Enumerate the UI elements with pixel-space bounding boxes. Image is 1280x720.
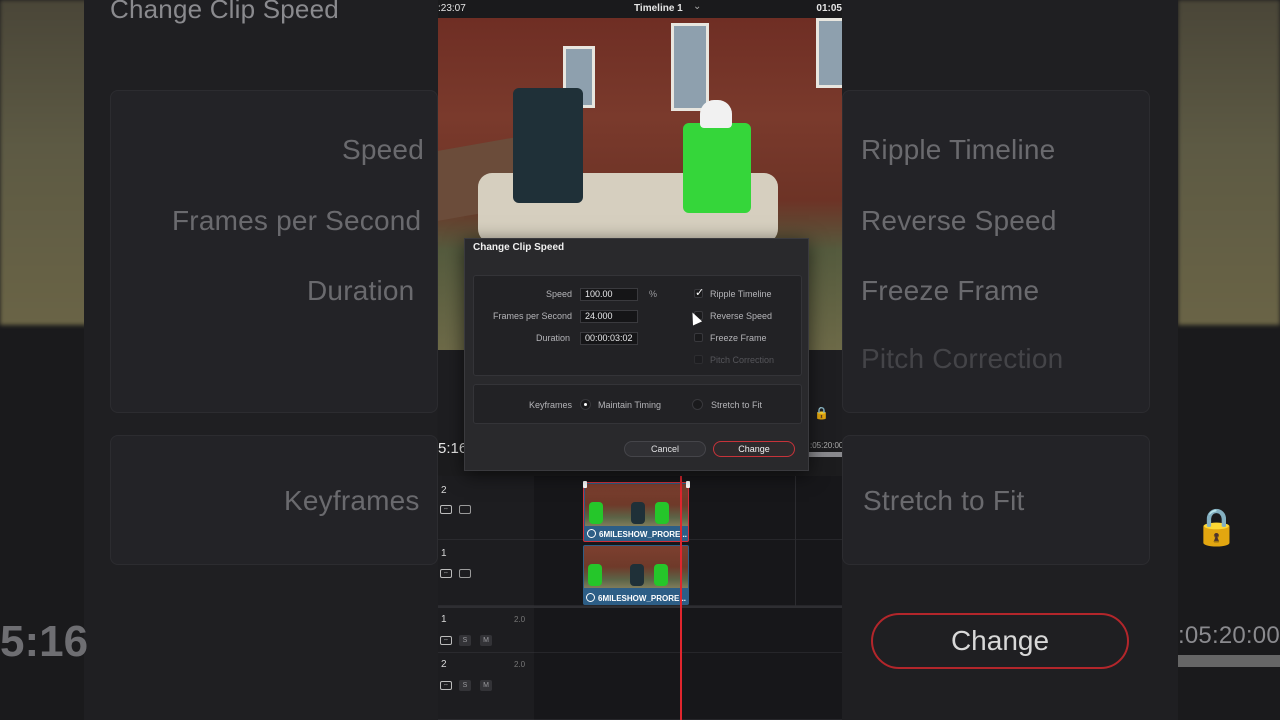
clip-label: 6MILESHOW_PRORE... [587, 529, 687, 539]
keyframes-label: Keyframes [529, 400, 573, 410]
video-window [816, 18, 842, 88]
fps-label: Frames per Second [493, 311, 573, 321]
lock-icon[interactable]: 🔒 [814, 406, 829, 420]
timeline-clip[interactable]: 6MILESHOW_PRORE... [583, 545, 689, 605]
clip-label: 6MILESHOW_PRORE... [586, 593, 686, 603]
solo-button[interactable]: S [459, 635, 471, 646]
speed-input[interactable]: 100.00 [580, 288, 638, 301]
film-icon[interactable] [459, 505, 471, 514]
mute-button[interactable]: M [480, 635, 492, 646]
stretch-to-fit-label[interactable]: Stretch to Fit [711, 400, 762, 410]
fps-input[interactable]: 24.000 [580, 310, 638, 323]
solo-button[interactable]: S [459, 680, 471, 691]
speed-settings-section: Speed 100.00 % Frames per Second 24.000 … [473, 275, 802, 376]
clip-name: 6MILESHOW_PRORE... [599, 530, 688, 539]
background-timecode: 5:16 [0, 617, 89, 666]
trim-handle-right[interactable] [686, 481, 690, 488]
video-window [671, 23, 709, 111]
auto-select-icon[interactable]: ⇔ [440, 681, 452, 690]
stretch-to-fit-radio[interactable] [692, 399, 703, 410]
timeline-ruler-mark: :05:20:00 [810, 441, 842, 450]
maintain-timing-label[interactable]: Maintain Timing [598, 400, 661, 410]
ripple-timeline-label[interactable]: Ripple Timeline [710, 289, 772, 299]
film-icon[interactable] [459, 569, 471, 578]
clip-thumbnail [584, 546, 688, 588]
track-level: 2.0 [514, 660, 526, 669]
speed-label: Speed [546, 289, 573, 299]
chevron-down-icon[interactable]: ⌄ [693, 1, 701, 12]
pitch-correction-checkbox [694, 355, 703, 364]
change-clip-speed-dialog: Change Clip Speed Speed 100.00 % Frames … [464, 238, 809, 471]
dialog-title: Change Clip Speed [473, 242, 565, 253]
audio-track-1-header[interactable]: 1 2.0 ⇔ S M [438, 608, 534, 653]
background-label-freeze: Freeze Frame [861, 275, 1040, 306]
speed-icon [586, 593, 595, 602]
auto-select-icon[interactable]: ⇔ [440, 505, 452, 514]
background-label-pitch: Pitch Correction [861, 343, 1064, 374]
track-number: 1 [441, 614, 447, 625]
timeline-ruler-bar[interactable] [808, 452, 842, 457]
video-person-right [683, 123, 751, 213]
background-label-duration: Duration [307, 275, 415, 306]
background-lock-icon: 🔒 [1194, 506, 1239, 547]
background-change-button: Change [871, 613, 1129, 669]
mute-button[interactable]: M [480, 680, 492, 691]
background-label-speed: Speed [342, 134, 424, 165]
pitch-correction-label: Pitch Correction [710, 355, 775, 365]
trim-handle-left[interactable] [583, 481, 587, 488]
viewer-timecode-right: 01:05 [816, 3, 842, 14]
background-label-keyframes: Keyframes [284, 485, 420, 516]
clip-name: 6MILESHOW_PRORE... [598, 594, 687, 603]
cancel-button[interactable]: Cancel [624, 441, 706, 457]
audio-track-1[interactable] [534, 608, 842, 653]
timeline-name-dropdown[interactable]: Timeline 1 [634, 3, 683, 14]
background-ruler-bar [1178, 655, 1280, 667]
track-number: 1 [441, 548, 447, 559]
track-number: 2 [441, 659, 447, 670]
auto-select-icon[interactable]: ⇔ [440, 636, 452, 645]
background-label-ripple: Ripple Timeline [861, 134, 1056, 165]
change-button[interactable]: Change [713, 441, 795, 457]
playhead[interactable] [680, 476, 682, 720]
track-number: 2 [441, 485, 447, 496]
clip-thumbnail [585, 484, 688, 526]
background-photo-right [1178, 0, 1280, 325]
ripple-timeline-checkbox[interactable] [694, 286, 704, 299]
reverse-speed-label[interactable]: Reverse Speed [710, 311, 772, 321]
duration-label: Duration [536, 333, 571, 343]
video-track-2-header[interactable]: 2 ⇔ [438, 476, 534, 540]
background-left: Change Clip Speed Speed Frames per Secon… [0, 0, 438, 720]
speed-unit: % [649, 289, 658, 299]
freeze-frame-checkbox[interactable] [694, 333, 703, 342]
audio-track-2-header[interactable]: 2 2.0 ⇔ S M [438, 653, 534, 720]
maintain-timing-radio[interactable] [580, 399, 591, 410]
video-person-left [513, 88, 583, 203]
timeline-marker-line [795, 476, 796, 608]
background-label-fps: Frames per Second [172, 205, 422, 236]
viewer-header: :23:07 Timeline 1 ⌄ 01:05 [438, 0, 842, 18]
background-label-stretch: Stretch to Fit [863, 485, 1025, 516]
background-right: Ripple Timeline Reverse Speed Freeze Fra… [842, 0, 1280, 720]
background-ruler: :05:20:00 [1178, 622, 1280, 649]
track-level: 2.0 [514, 615, 526, 624]
audio-track-2[interactable] [534, 653, 842, 720]
speed-icon [587, 529, 596, 538]
keyframes-section: Keyframes Maintain Timing Stretch to Fit [473, 384, 802, 424]
freeze-frame-label[interactable]: Freeze Frame [710, 333, 767, 343]
background-title: Change Clip Speed [110, 0, 339, 24]
video-person-hat [700, 100, 732, 128]
duration-input[interactable]: 00:00:03:02 [580, 332, 638, 345]
timeline-clip-selected[interactable]: 6MILESHOW_PRORE... [583, 482, 689, 542]
background-label-reverse: Reverse Speed [861, 205, 1057, 236]
timeline-timecode: 5:16 [438, 440, 468, 457]
viewer-timecode-left: :23:07 [438, 3, 466, 14]
video-track-1-header[interactable]: 1 ⇔ [438, 540, 534, 606]
auto-select-icon[interactable]: ⇔ [440, 569, 452, 578]
